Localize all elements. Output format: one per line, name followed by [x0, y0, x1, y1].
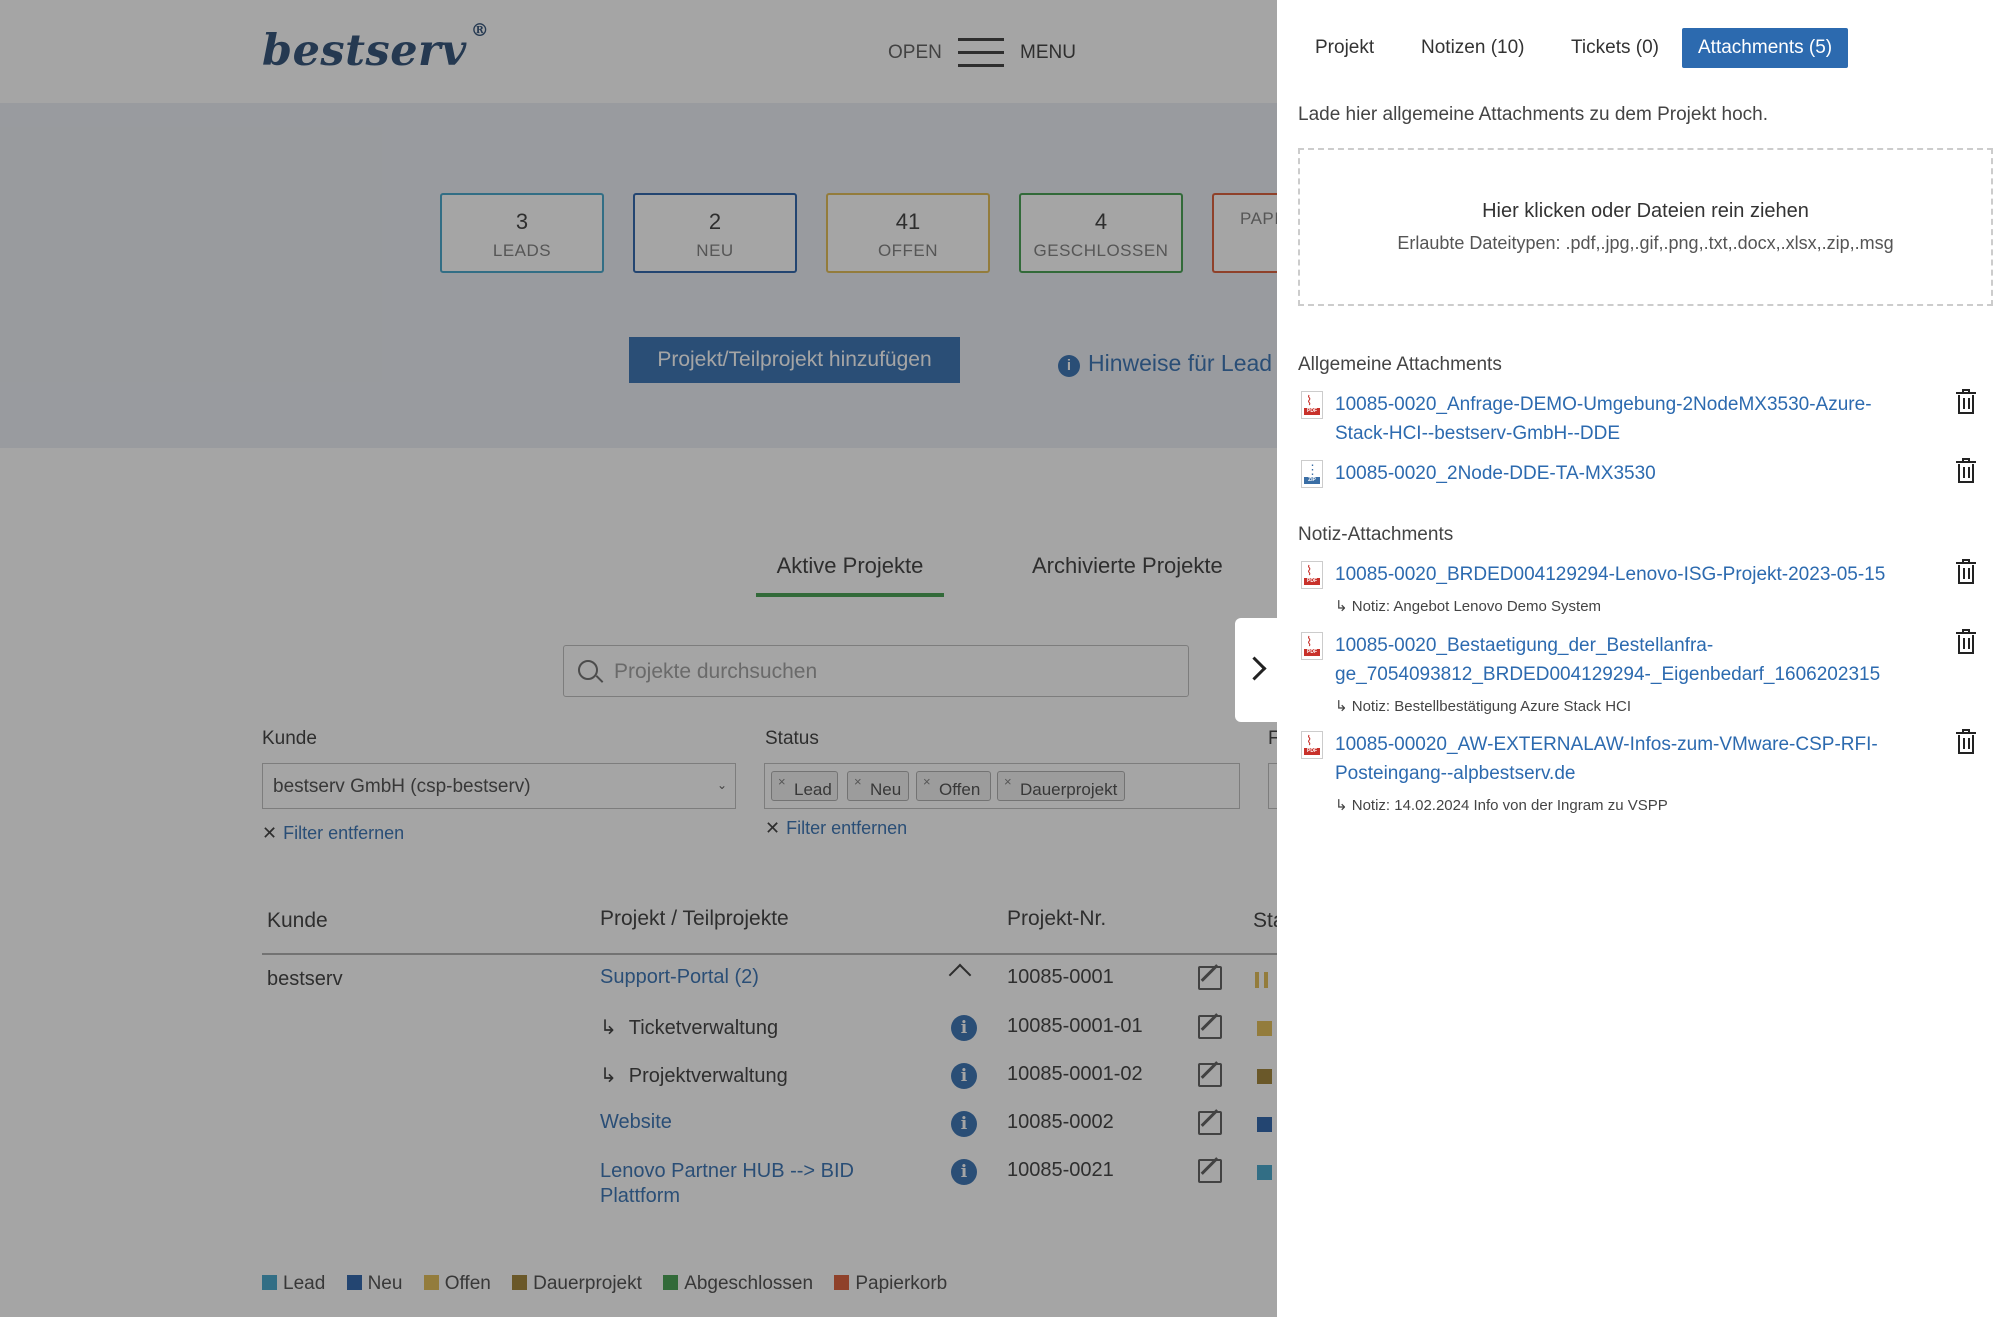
delete-trash-icon[interactable] [1956, 559, 1976, 585]
delete-trash-icon[interactable] [1956, 458, 1976, 484]
attachment-link[interactable]: 10085-0020_2Node-DDE-TA-MX3530 [1335, 459, 1915, 488]
delete-trash-icon[interactable] [1956, 629, 1976, 655]
delete-trash-icon[interactable] [1956, 389, 1976, 415]
file-dropzone[interactable]: Hier klicken oder Dateien rein ziehen Er… [1298, 148, 1993, 306]
general-attachments-title: Allgemeine Attachments [1298, 354, 1502, 375]
attachment-link[interactable]: 10085-0020_Anfrage-DEMO-Umgebung-2NodeMX… [1335, 390, 1915, 448]
delete-trash-icon[interactable] [1956, 729, 1976, 755]
tab-projekt[interactable]: Projekt [1299, 28, 1390, 68]
attachment-link[interactable]: 10085-00020_AW-EXTERNALAW-Infos-zum-VMwa… [1335, 730, 1895, 788]
tab-tickets[interactable]: Tickets (0) [1555, 28, 1675, 68]
attachment-link[interactable]: 10085-0020_BRDED004129294-Lenovo-ISG-Pro… [1335, 560, 1915, 589]
chevron-right-icon [1242, 656, 1267, 681]
attachment-note: ↳ Notiz: Angebot Lenovo Demo System [1335, 598, 1602, 615]
close-panel-button[interactable] [1235, 618, 1277, 722]
tab-attachments[interactable]: Attachments (5) [1682, 28, 1849, 68]
zip-file-icon: ⋮ ZIP [1301, 460, 1323, 488]
pdf-file-icon: ⌇ PDF [1301, 391, 1323, 419]
pdf-file-icon: ⌇ PDF [1301, 561, 1323, 589]
attachment-link[interactable]: 10085-0020_Bestaetigung_der_Bestellanfra… [1335, 631, 1895, 689]
modal-backdrop[interactable] [0, 0, 1277, 1317]
attachment-note: ↳ Notiz: 14.02.2024 Info von der Ingram … [1335, 797, 1668, 814]
attachment-note: ↳ Notiz: Bestellbestätigung Azure Stack … [1335, 698, 1632, 715]
note-attachments-title: Notiz-Attachments [1298, 524, 1454, 545]
attachments-intro: Lade hier allgemeine Attachments zu dem … [1298, 104, 1768, 125]
tab-notizen[interactable]: Notizen (10) [1405, 28, 1541, 68]
project-side-panel: Projekt Notizen (10) Tickets (0) Attachm… [1277, 0, 2000, 1317]
pdf-file-icon: ⌇ PDF [1301, 632, 1323, 660]
pdf-file-icon: ⌇ PDF [1301, 731, 1323, 759]
